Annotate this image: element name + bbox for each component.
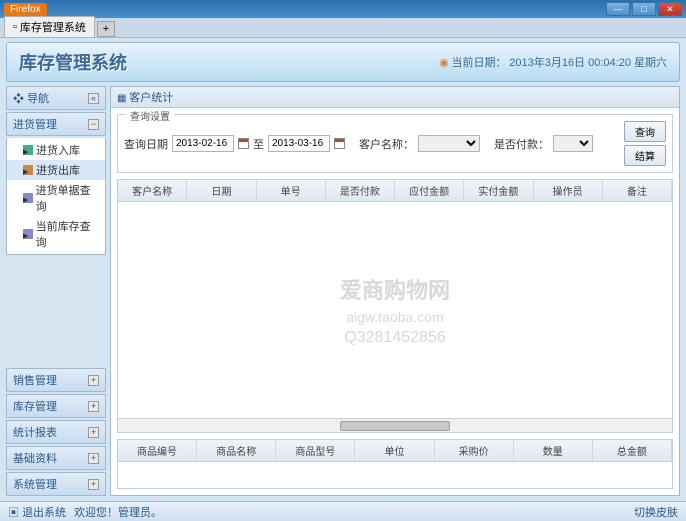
date-value: 2013年3月16日 00:04:20 星期六 xyxy=(509,57,667,69)
nav-section-basic[interactable]: 基础资料+ xyxy=(6,446,106,470)
content-tab[interactable]: ▦ 客户统计 xyxy=(111,87,679,108)
minimize-button[interactable]: — xyxy=(606,2,630,16)
nav-section-report[interactable]: 统计报表+ xyxy=(6,420,106,444)
nav-section-sales[interactable]: 销售管理+ xyxy=(6,368,106,392)
nav-item-stockout[interactable]: ▸进货出库 xyxy=(7,160,105,180)
date-to-input[interactable] xyxy=(268,135,330,152)
close-button[interactable]: ✕ xyxy=(658,2,682,16)
nav-item-billquery[interactable]: ▸进货单据查询 xyxy=(7,180,105,216)
new-tab-button[interactable]: + xyxy=(97,21,115,37)
tab-title: 库存管理系统 xyxy=(20,19,86,35)
date-label: 查询日期 xyxy=(124,136,168,152)
date-label: 当前日期： xyxy=(451,57,506,69)
browser-tab[interactable]: ▫ 库存管理系统 xyxy=(4,16,95,37)
customer-select[interactable] xyxy=(418,135,480,152)
nav-item-stockquery[interactable]: ▸当前库存查询 xyxy=(7,216,105,252)
minus-icon: − xyxy=(88,119,99,130)
grid-header: 客户名称日期单号是否付款应付金额实付金额操作员备注 xyxy=(118,180,672,202)
firefox-badge: Firefox xyxy=(4,3,47,16)
skin-button[interactable]: 切换皮肤 xyxy=(634,504,678,520)
nav-section-purchase[interactable]: 进货管理− xyxy=(6,112,106,136)
welcome-text: 欢迎您！管理员。 xyxy=(74,504,162,520)
tab-favicon: ▫ xyxy=(13,21,17,33)
app-banner: 库存管理系统 ◉ 当前日期： 2013年3月16日 00:04:20 星期六 xyxy=(6,42,680,82)
settle-button[interactable]: 结算 xyxy=(624,145,666,166)
date-from-input[interactable] xyxy=(172,135,234,152)
watermark: 爱商购物网aigw.taoba.comQ3281452856 xyxy=(340,273,450,347)
app-title: 库存管理系统 xyxy=(19,49,127,75)
nav-section-stock[interactable]: 库存管理+ xyxy=(6,394,106,418)
nav-section-system[interactable]: 系统管理+ xyxy=(6,472,106,496)
search-button[interactable]: 查询 xyxy=(624,121,666,142)
plus-icon: + xyxy=(88,453,99,464)
plus-icon: + xyxy=(88,427,99,438)
plus-icon: + xyxy=(88,401,99,412)
plus-icon: + xyxy=(88,479,99,490)
exit-link[interactable]: ▣ 退出系统 xyxy=(8,504,66,520)
paid-label: 是否付款： xyxy=(494,136,549,152)
nav-item-stockin[interactable]: ▸进货入库 xyxy=(7,140,105,160)
nav-header[interactable]: ❖ 导航« xyxy=(6,86,106,110)
paid-select[interactable] xyxy=(553,135,593,152)
cust-label: 客户名称： xyxy=(359,136,414,152)
plus-icon: + xyxy=(88,375,99,386)
maximize-button[interactable]: □ xyxy=(632,2,656,16)
calendar-icon[interactable] xyxy=(334,138,345,149)
calendar-icon[interactable] xyxy=(238,138,249,149)
collapse-icon[interactable]: « xyxy=(88,93,99,104)
detail-grid: 商品编号商品名称商品型号单位采购价数量总金额 xyxy=(117,439,673,489)
horizontal-scrollbar[interactable] xyxy=(118,418,672,432)
fieldset-legend: 查询设置 xyxy=(126,108,174,123)
to-label: 至 xyxy=(253,136,264,152)
main-grid: 客户名称日期单号是否付款应付金额实付金额操作员备注 爱商购物网aigw.taob… xyxy=(117,179,673,433)
